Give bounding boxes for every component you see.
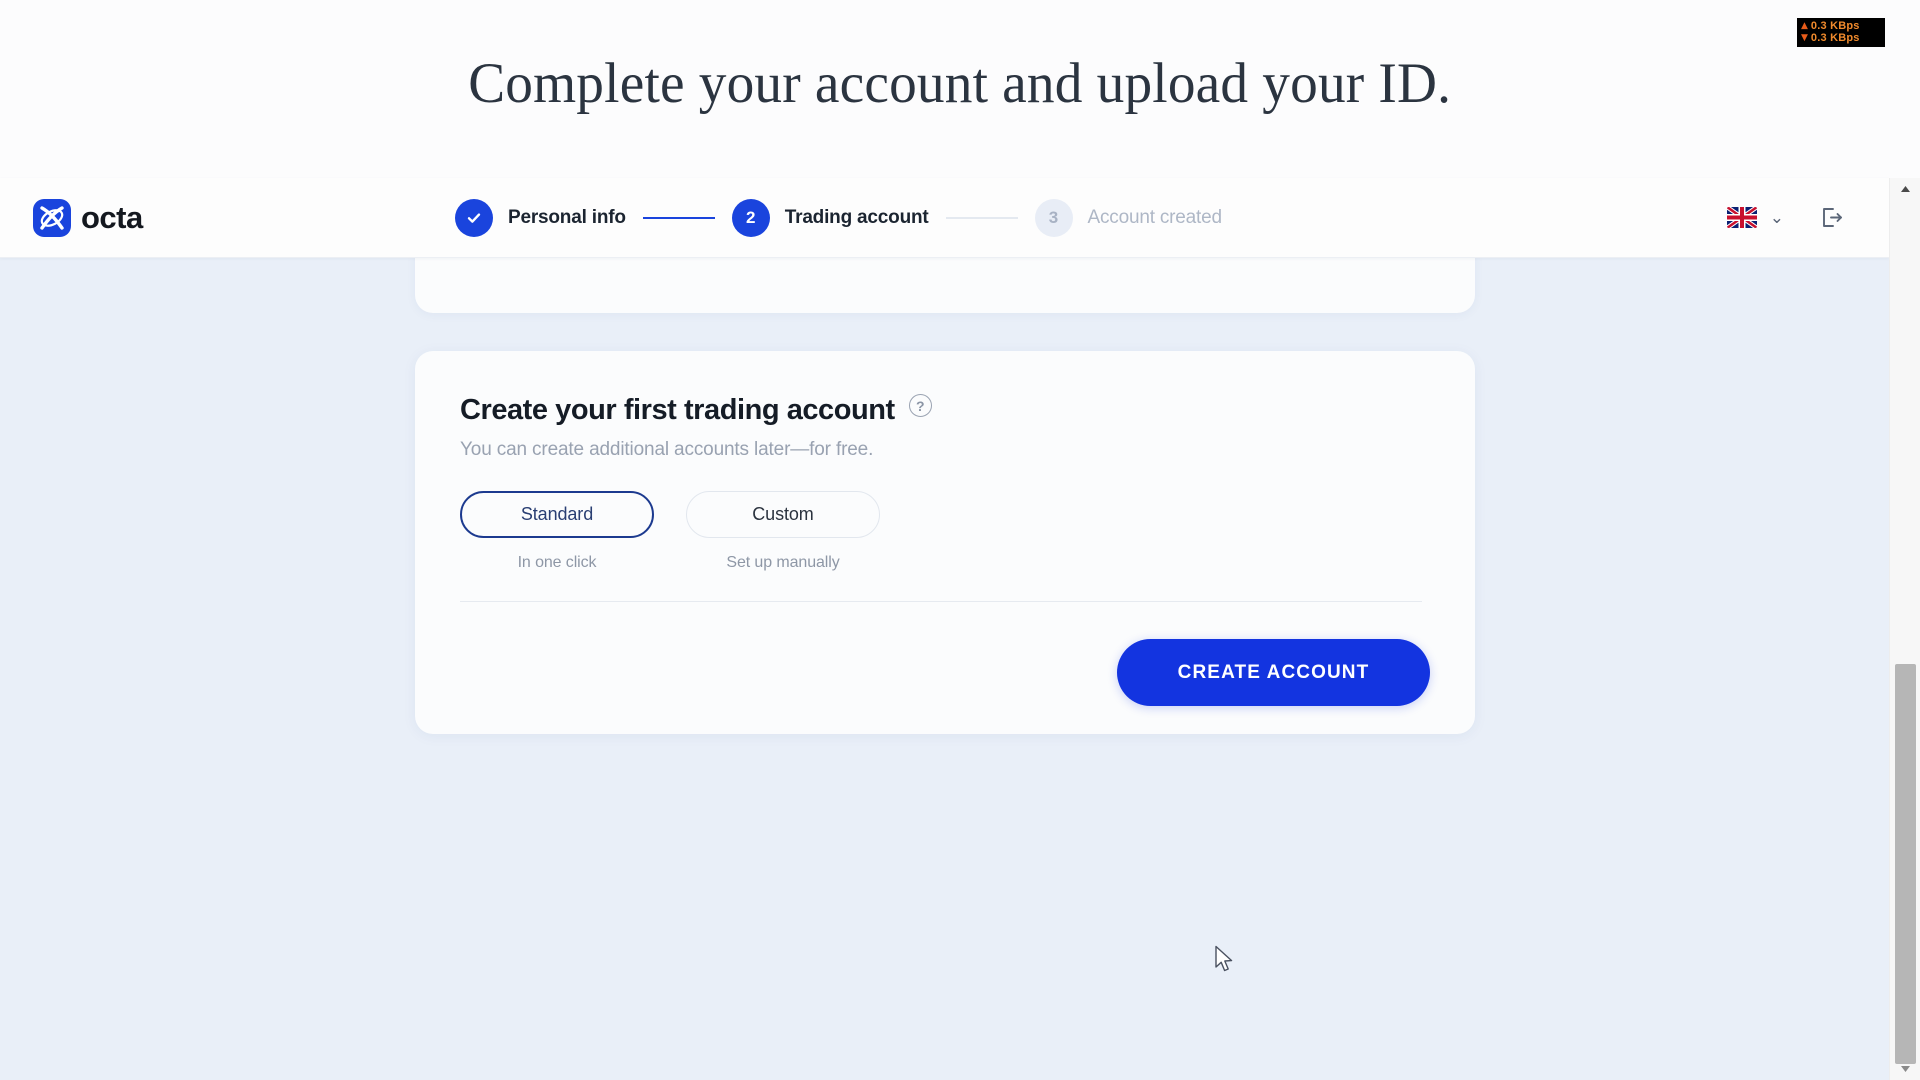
language-selector[interactable]: ⌄	[1726, 207, 1784, 228]
step-3-bubble: 3	[1034, 198, 1073, 237]
custom-option-caption: Set up manually	[726, 554, 840, 571]
card-subtitle: You can create additional accounts later…	[460, 439, 874, 460]
account-type-options: Standard In one click Custom Set up manu…	[460, 491, 880, 572]
create-account-card: Create your first trading account ? You …	[415, 351, 1475, 734]
create-account-button[interactable]: CREATE ACCOUNT	[1117, 639, 1430, 706]
scrollbar-up-arrow[interactable]	[1890, 178, 1920, 200]
brand-name: octa	[81, 199, 143, 235]
step-connector-2	[945, 216, 1018, 219]
network-upload-row: ▲ 0.3 KBps	[1801, 20, 1881, 32]
page-headline: Complete your account and upload your ID…	[468, 51, 1452, 115]
union-jack-glyph	[1726, 207, 1757, 228]
octa-logo-icon	[33, 198, 71, 237]
step-personal-info[interactable]: Personal info	[455, 198, 626, 237]
previous-card-partial	[415, 258, 1475, 313]
network-monitor-overlay: ▲ 0.3 KBps ▼ 0.3 KBps	[1797, 18, 1885, 47]
custom-option-button[interactable]: Custom	[686, 491, 880, 538]
vertical-scrollbar[interactable]	[1889, 178, 1920, 1080]
upload-arrow-icon: ▲	[1801, 20, 1808, 31]
octa-x-glyph	[40, 205, 64, 230]
page-body: Create your first trading account ? You …	[0, 258, 1889, 1080]
card-title-row: Create your first trading account ?	[460, 393, 932, 427]
brand-logo[interactable]: octa	[33, 198, 143, 237]
uk-flag-icon	[1726, 207, 1757, 228]
download-arrow-icon: ▼	[1801, 32, 1808, 43]
standard-option-caption: In one click	[517, 554, 597, 571]
screen: ▲ 0.3 KBps ▼ 0.3 KBps Complete your acco…	[0, 0, 1920, 1080]
logout-icon	[1823, 208, 1842, 227]
step-1-bubble	[455, 198, 493, 237]
header-actions: ⌄	[1726, 204, 1845, 231]
option-custom: Custom Set up manually	[686, 491, 880, 572]
step-2-label: Trading account	[784, 206, 929, 228]
check-icon	[467, 212, 481, 223]
step-1-label: Personal info	[508, 206, 626, 228]
step-3-label: Account created	[1087, 206, 1223, 228]
scrollbar-down-arrow[interactable]	[1890, 1058, 1920, 1080]
chevron-down-icon: ⌄	[1769, 208, 1784, 227]
scrollbar-thumb[interactable]	[1895, 664, 1916, 1064]
standard-option-button[interactable]: Standard	[460, 491, 654, 538]
step-trading-account[interactable]: 2 Trading account	[731, 198, 929, 237]
step-2-bubble: 2	[731, 198, 770, 237]
logout-button[interactable]	[1818, 204, 1845, 231]
scroll-up-icon	[1901, 186, 1910, 192]
card-title: Create your first trading account	[460, 394, 895, 426]
step-connector-1	[642, 216, 715, 219]
help-icon[interactable]: ?	[908, 394, 932, 417]
scroll-down-icon	[1901, 1066, 1910, 1072]
page-content: Create your first trading account ? You …	[0, 258, 1889, 1080]
onboarding-stepper: Personal info 2 Trading account 3 Accoun…	[455, 198, 1223, 237]
card-divider	[460, 601, 1422, 602]
step-account-created: 3 Account created	[1034, 198, 1223, 237]
headline-band: Complete your account and upload your ID…	[0, 0, 1920, 178]
network-download-row: ▼ 0.3 KBps	[1801, 32, 1881, 44]
download-speed-value: 0.3 KBps	[1810, 32, 1860, 44]
app-header: octa Personal info 2 Trading account 3 A…	[0, 178, 1889, 258]
option-standard: Standard In one click	[460, 491, 654, 572]
upload-speed-value: 0.3 KBps	[1810, 20, 1860, 32]
